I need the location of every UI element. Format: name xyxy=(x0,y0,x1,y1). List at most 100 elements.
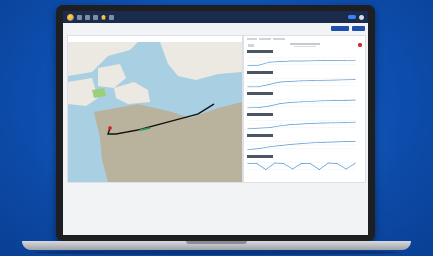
data-point xyxy=(322,59,324,61)
live-indicator xyxy=(248,44,254,47)
data-point xyxy=(354,59,356,61)
charts-panel xyxy=(243,35,366,183)
action-button-2[interactable] xyxy=(352,25,365,31)
data-point xyxy=(322,79,324,81)
chart-6 xyxy=(247,155,362,173)
data-point xyxy=(290,143,292,145)
data-point xyxy=(354,99,356,101)
home-icon[interactable] xyxy=(101,14,106,20)
data-point xyxy=(301,60,302,62)
chart-title-bar xyxy=(247,134,273,137)
data-point xyxy=(333,100,335,102)
toggle-icon[interactable] xyxy=(348,15,356,19)
empty-lower-area xyxy=(67,183,364,233)
series-line xyxy=(247,121,356,130)
data-point xyxy=(268,146,270,148)
data-point xyxy=(290,60,292,62)
data-point xyxy=(311,122,313,124)
data-point xyxy=(247,65,249,67)
map-view[interactable] xyxy=(68,42,242,182)
grid-icon[interactable] xyxy=(77,14,82,20)
data-point xyxy=(279,125,281,127)
data-point xyxy=(311,100,313,102)
data-point xyxy=(333,122,335,124)
data-point xyxy=(268,61,270,63)
data-point xyxy=(354,79,356,81)
data-point xyxy=(258,86,260,88)
data-point xyxy=(290,101,292,103)
data-point xyxy=(301,101,302,103)
data-point xyxy=(268,105,270,107)
chart-3 xyxy=(247,92,362,110)
info-icon[interactable] xyxy=(109,14,114,20)
data-point xyxy=(354,121,356,123)
data-point xyxy=(343,141,345,143)
data-point xyxy=(283,163,285,165)
tab-3[interactable] xyxy=(273,38,285,40)
data-point xyxy=(301,80,302,82)
data-point xyxy=(322,122,324,124)
series-line xyxy=(248,162,356,171)
data-point xyxy=(301,162,302,164)
chart-4 xyxy=(247,113,362,131)
data-point xyxy=(290,80,292,82)
data-point xyxy=(274,162,276,164)
data-point xyxy=(343,79,345,81)
data-point xyxy=(322,100,324,102)
data-point xyxy=(354,162,356,164)
chart-tabs xyxy=(247,38,285,40)
laptop-shadow xyxy=(34,250,399,255)
terminal-region xyxy=(94,102,242,182)
data-point xyxy=(256,163,258,165)
data-point xyxy=(268,83,270,85)
data-point xyxy=(311,60,313,62)
line-chart[interactable] xyxy=(247,117,362,131)
line-chart[interactable] xyxy=(247,159,362,173)
data-point xyxy=(265,169,267,171)
stop-button[interactable] xyxy=(358,43,362,47)
chart-title-bar xyxy=(247,155,273,158)
chart-title-bar xyxy=(247,50,273,53)
map-panel xyxy=(67,35,243,183)
data-point xyxy=(343,99,345,101)
app-topbar xyxy=(63,11,368,23)
action-bar xyxy=(63,23,368,33)
line-chart[interactable] xyxy=(247,138,362,152)
bell-icon[interactable] xyxy=(93,14,98,20)
tab-1[interactable] xyxy=(247,38,257,40)
data-point xyxy=(247,128,249,130)
laptop-notch xyxy=(186,241,247,244)
data-point xyxy=(322,141,324,143)
charts-subheader xyxy=(294,46,316,47)
data-point xyxy=(343,122,345,124)
data-point xyxy=(333,79,335,81)
avatar-icon[interactable] xyxy=(359,14,364,20)
data-point xyxy=(247,86,249,88)
data-point xyxy=(279,61,281,63)
data-point xyxy=(279,81,281,83)
chart-5 xyxy=(247,134,362,152)
action-button-1[interactable] xyxy=(331,25,349,31)
settings-icon[interactable] xyxy=(85,14,90,20)
data-point xyxy=(354,140,356,142)
data-point xyxy=(258,64,260,66)
tab-2[interactable] xyxy=(259,38,271,40)
data-point xyxy=(290,124,292,126)
data-point xyxy=(279,145,281,147)
data-point xyxy=(258,148,260,150)
data-point xyxy=(247,149,249,151)
data-point xyxy=(258,127,260,129)
laptop-screen xyxy=(63,11,368,235)
line-chart[interactable] xyxy=(247,75,362,89)
chart-title-bar xyxy=(247,113,273,116)
data-point xyxy=(318,169,320,171)
data-point xyxy=(327,162,329,164)
chart-1 xyxy=(247,50,362,68)
logo-icon[interactable] xyxy=(67,13,74,21)
charts-header xyxy=(290,43,320,45)
chart-title-bar xyxy=(247,71,273,74)
line-chart[interactable] xyxy=(247,54,362,68)
chart-title-bar xyxy=(247,92,273,95)
data-point xyxy=(268,127,270,129)
line-chart[interactable] xyxy=(247,96,362,110)
